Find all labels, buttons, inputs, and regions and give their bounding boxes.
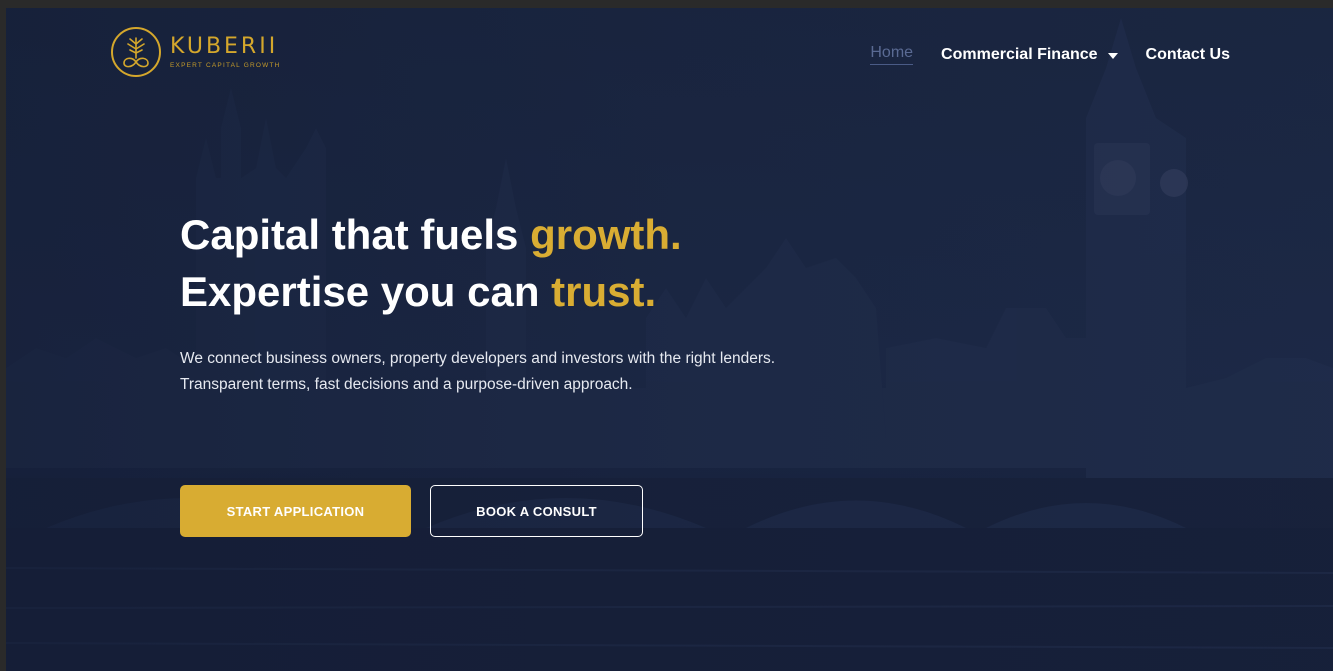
tree-infinity-emblem-icon — [111, 27, 161, 77]
hero-subtext-line1: We connect business owners, property dev… — [180, 350, 776, 367]
nav-item-contact-us[interactable]: Contact Us — [1146, 46, 1230, 64]
hero-subtext-line2: Transparent terms, fast decisions and a … — [180, 376, 633, 393]
brand-name: KUBERII — [170, 34, 279, 59]
hero-content: Capital that fuels growth. Expertise you… — [180, 206, 775, 398]
headline-line2-prefix: Expertise you can — [180, 268, 552, 315]
brand-tagline: EXPERT CAPITAL GROWTH — [170, 62, 281, 69]
nav-item-home[interactable]: Home — [870, 44, 914, 65]
main-nav: Home Commercial Finance Contact Us — [870, 44, 1230, 65]
headline-line2-accent: trust. — [551, 268, 657, 315]
nav-item-label: Commercial Finance — [941, 45, 1098, 63]
caret-down-icon — [1107, 52, 1118, 59]
brand-logo[interactable]: KUBERII EXPERT CAPITAL GROWTH — [110, 26, 281, 78]
start-application-button[interactable]: START APPLICATION — [180, 485, 411, 537]
headline-line1-prefix: Capital that fuels — [180, 211, 531, 258]
hero-subtext: We connect business owners, property dev… — [180, 346, 775, 398]
hero-headline: Capital that fuels growth. Expertise you… — [180, 206, 775, 320]
book-consult-button[interactable]: BOOK A CONSULT — [430, 485, 643, 537]
nav-item-commercial-finance[interactable]: Commercial Finance — [941, 46, 1118, 64]
hero-section: KUBERII EXPERT CAPITAL GROWTH Home Comme… — [6, 8, 1333, 671]
hero-cta-group: START APPLICATION BOOK A CONSULT — [180, 485, 643, 537]
headline-line1-accent: growth. — [530, 211, 682, 258]
